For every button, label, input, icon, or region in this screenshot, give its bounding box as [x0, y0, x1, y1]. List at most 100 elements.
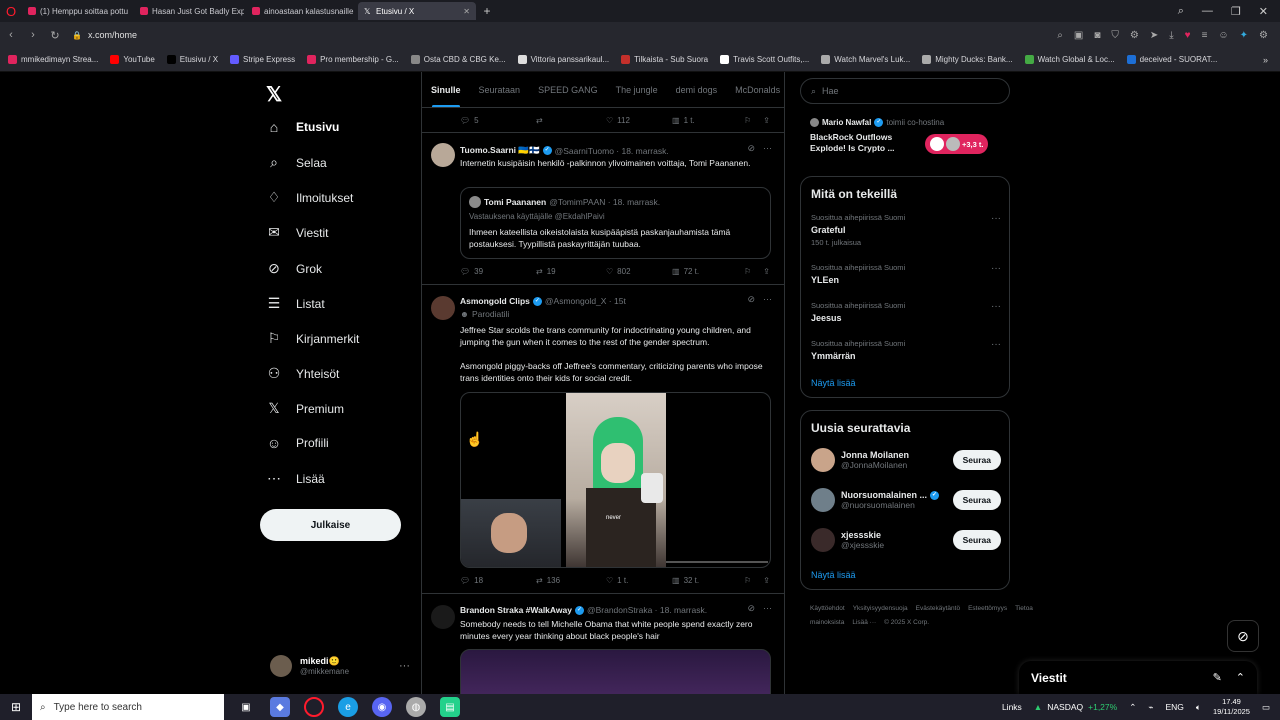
- bookmark-item[interactable]: Stripe Express: [230, 55, 295, 64]
- quoted-tweet[interactable]: Tomi Paananen @TomimPAAN · 18. marrask. …: [460, 187, 771, 259]
- tweet-media[interactable]: [460, 649, 771, 694]
- nav-profiili[interactable]: ☺ Profiili: [266, 435, 329, 451]
- follow-button[interactable]: Seuraa: [952, 490, 1001, 510]
- bookmark-item[interactable]: Watch Marvel's Luk...: [821, 55, 910, 64]
- bookmark-item[interactable]: Mighty Ducks: Bank...: [922, 55, 1013, 64]
- grok-icon[interactable]: ⊘: [747, 143, 755, 154]
- browser-tab-active[interactable]: 𝕏 Etusivu / X ✕: [358, 2, 476, 20]
- footer-link[interactable]: Lisää ···: [852, 619, 876, 626]
- more-icon[interactable]: ···: [991, 263, 1001, 274]
- author-name[interactable]: Asmongold Clips: [460, 296, 530, 306]
- messages-drawer[interactable]: Viestit ✎ ⌃: [1019, 661, 1257, 694]
- forward-icon[interactable]: ›: [22, 29, 44, 41]
- more-icon[interactable]: ···: [763, 143, 772, 154]
- repost-button[interactable]: ⇄: [536, 116, 606, 125]
- tweet[interactable]: Brandon Straka #WalkAway ✓ @BrandonStrak…: [422, 595, 784, 694]
- bookmark-item[interactable]: Osta CBD & CBG Ke...: [410, 55, 506, 64]
- settings-icon[interactable]: ⚙: [1259, 30, 1268, 41]
- footer-link[interactable]: Yksityisyydensuoja: [853, 605, 908, 612]
- nav-selaa[interactable]: ⌕ Selaa: [266, 154, 327, 171]
- bookmark-item[interactable]: YouTube: [110, 55, 155, 64]
- like-button[interactable]: ♡ 112: [606, 116, 672, 125]
- author-handle[interactable]: @SaarniTuomo · 18. marrask.: [555, 146, 669, 156]
- bookmark-icon[interactable]: ⚐: [744, 116, 751, 125]
- shield-icon[interactable]: ⛉: [1111, 30, 1119, 41]
- browser-tab[interactable]: ainoastaan kalastusnaille: [246, 2, 356, 20]
- heart-icon[interactable]: ♥: [1185, 30, 1191, 41]
- menu-icon[interactable]: ≡: [1202, 30, 1208, 41]
- bookmark-item[interactable]: Tilkaista - Sub Suora: [621, 55, 708, 64]
- follow-suggestion[interactable]: xjessskie @xjessskie Seuraa: [811, 527, 1001, 553]
- restore-icon[interactable]: ❐: [1231, 5, 1241, 18]
- extensions-icon[interactable]: ⚙: [1130, 30, 1139, 41]
- reply-button[interactable]: 💬︎ 39: [460, 267, 536, 276]
- follow-button[interactable]: Seuraa: [952, 450, 1001, 470]
- trend-item[interactable]: Suosittua aihepiirissä Suomi Jeesus ···: [811, 301, 1001, 323]
- expand-icon[interactable]: ⌃: [1236, 671, 1245, 684]
- volume-icon[interactable]: 🔈︎: [1196, 702, 1201, 713]
- views-button[interactable]: ▥ 1 t.: [672, 116, 742, 125]
- trend-item[interactable]: Suosittua aihepiirissä Suomi Grateful 150 …: [811, 213, 1001, 247]
- grok-floating-button[interactable]: ⊘: [1227, 620, 1259, 652]
- more-icon[interactable]: ···: [991, 301, 1001, 312]
- edge-icon[interactable]: e: [338, 697, 358, 717]
- bookmark-icon[interactable]: ⚐: [744, 267, 751, 276]
- url-field[interactable]: 🔒 x.com/home: [72, 30, 137, 40]
- nav-kirjanmerkit[interactable]: ⚐ Kirjanmerkit: [266, 330, 360, 347]
- grok-icon[interactable]: ⊘: [747, 603, 755, 614]
- browser-tab[interactable]: (1) Hemppu soittaa pottu: [22, 2, 132, 20]
- steam-icon[interactable]: ◍: [406, 697, 426, 717]
- bookmark-item[interactable]: Vittoria panssarikaul...: [517, 55, 609, 64]
- post-button[interactable]: Julkaise: [260, 509, 401, 541]
- search-input[interactable]: ⌕ Hae: [800, 78, 1010, 104]
- bookmark-item[interactable]: Pro membership - G...: [307, 55, 399, 64]
- screenshot-icon[interactable]: ▣: [1074, 30, 1083, 41]
- nav-lisää[interactable]: ⋯ Lisää: [266, 470, 325, 487]
- more-icon[interactable]: ···: [763, 294, 772, 305]
- nav-ilmoitukset[interactable]: ♢ Ilmoitukset: [266, 189, 354, 206]
- download-icon[interactable]: ⤓: [1169, 30, 1173, 41]
- author-handle[interactable]: @Asmongold_X · 15t: [545, 296, 626, 306]
- timeline-tab[interactable]: The jungle: [607, 72, 667, 107]
- views-button[interactable]: ▥ 32 t.: [672, 576, 742, 585]
- tweet[interactable]: Tuomo.Saarni 🇺🇦🇫🇮 ✓ @SaarniTuomo · 18. m…: [422, 133, 784, 285]
- more-icon[interactable]: ···: [399, 660, 410, 672]
- repost-button[interactable]: ⇄ 136: [536, 576, 606, 585]
- app-icon[interactable]: ▤: [440, 697, 460, 717]
- like-button[interactable]: ♡ 1 t.: [606, 576, 672, 585]
- author-name[interactable]: Tuomo.Saarni 🇺🇦🇫🇮: [460, 145, 540, 156]
- close-window-icon[interactable]: ✕: [1259, 5, 1268, 18]
- camera-icon[interactable]: ◙: [1094, 30, 1100, 41]
- timeline-tab[interactable]: McDonalds: [726, 72, 784, 107]
- nav-grok[interactable]: ⊘ Grok: [266, 260, 322, 277]
- nav-premium[interactable]: 𝕏 Premium: [266, 400, 344, 417]
- share-icon[interactable]: ⇪: [763, 576, 770, 585]
- browser-tab[interactable]: Hasan Just Got Badly Expo: [134, 2, 244, 20]
- search-page-icon[interactable]: ⌕: [1057, 30, 1063, 41]
- footer-link[interactable]: © 2025 X Corp.: [884, 619, 929, 626]
- bookmark-item[interactable]: mmikedimayn Strea...: [8, 55, 98, 64]
- windows-start-icon[interactable]: ⊞: [0, 694, 32, 720]
- timeline-tab[interactable]: Seurataan: [470, 72, 530, 107]
- discord-icon[interactable]: ◉: [372, 697, 392, 717]
- bookmarks-more-icon[interactable]: »: [1263, 55, 1268, 65]
- reply-button[interactable]: 💬︎ 5: [460, 116, 536, 125]
- nav-listat[interactable]: ☰ Listat: [266, 295, 325, 312]
- new-tab-button[interactable]: +: [478, 4, 496, 18]
- notifications-icon[interactable]: ▭: [1262, 702, 1270, 713]
- trend-item[interactable]: Suosittua aihepiirissä Suomi YLEen ···: [811, 263, 1001, 285]
- timeline-tab[interactable]: Sinulle: [422, 72, 470, 107]
- tray-chevron-icon[interactable]: ⌃: [1129, 702, 1136, 713]
- timeline-tab[interactable]: demi dogs: [667, 72, 727, 107]
- author-handle[interactable]: @BrandonStraka · 18. marrask.: [587, 605, 707, 615]
- account-switcher[interactable]: mikedi🙂 @mikkemane ···: [270, 650, 410, 682]
- taskbar-search[interactable]: ⌕ Type here to search: [32, 694, 224, 720]
- show-more-link[interactable]: Näytä lisää: [811, 570, 856, 580]
- footer-link[interactable]: Esteettömyys: [968, 605, 1007, 612]
- opera-icon[interactable]: [304, 697, 324, 717]
- bookmark-item[interactable]: Watch Global & Loc...: [1024, 55, 1115, 64]
- compose-message-icon[interactable]: ✎: [1213, 671, 1222, 684]
- minimize-icon[interactable]: —: [1202, 5, 1213, 17]
- ai-icon[interactable]: ✦: [1240, 30, 1248, 41]
- trending-news-item[interactable]: Mario Nawfal ✓ toimii co-hostina BlackRo…: [810, 118, 1006, 154]
